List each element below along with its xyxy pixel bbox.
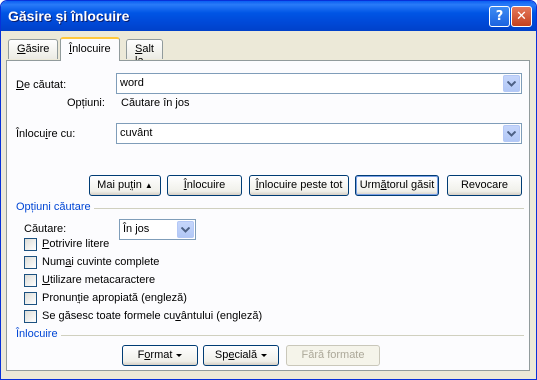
replace-with-value: cuvânt (120, 127, 153, 139)
close-icon: ✕ (516, 9, 527, 24)
options-label: Opțiuni: (67, 97, 105, 109)
search-direction-select[interactable]: În jos (119, 219, 196, 240)
replace-button[interactable]: Înlocuire (167, 175, 242, 196)
checkbox-box[interactable] (24, 238, 37, 251)
chevron-down-icon (181, 227, 190, 233)
checkbox-box[interactable] (24, 274, 37, 287)
options-value: Căutare în jos (121, 97, 190, 109)
find-what-label: De căutat: (16, 79, 67, 91)
help-button[interactable]: ? (489, 6, 510, 27)
window-title: Găsire și înlocuire (8, 8, 130, 24)
checkbox-box[interactable] (24, 292, 37, 305)
less-button[interactable]: Mai puțin ▲ (89, 175, 161, 196)
replace-section-title: Înlocuire (16, 328, 61, 340)
help-icon: ? (495, 9, 504, 24)
double-chevron-up-icon: ▲ (144, 181, 153, 190)
title-bar[interactable]: Găsire și înlocuire ? ✕ (1, 1, 536, 31)
special-button[interactable]: Specială (203, 345, 279, 366)
replace-dropdown-button[interactable] (503, 125, 520, 142)
replace-all-button[interactable]: Înlocuire peste tot (249, 175, 349, 196)
tab-goto[interactable]: Salt la (126, 39, 163, 67)
replace-section-divider (16, 335, 524, 336)
search-options-title: Opțiuni căutare (16, 201, 94, 213)
chevron-down-icon (507, 81, 516, 87)
checkbox-box[interactable] (24, 310, 37, 323)
replace-tab-panel: De căutat: word Opțiuni: Căutare în jos … (6, 60, 530, 371)
cancel-button[interactable]: Revocare (447, 175, 522, 196)
replace-with-label: Înlocuire cu: (16, 128, 76, 140)
tab-replace[interactable]: Înlocuire (60, 37, 120, 61)
chevron-down-icon (507, 131, 516, 137)
dropdown-arrow-icon (176, 353, 183, 357)
replace-with-combobox[interactable]: cuvânt (116, 123, 522, 144)
no-formatting-button: Fără formate (286, 345, 380, 366)
close-button[interactable]: ✕ (511, 6, 532, 27)
find-next-button[interactable]: Următorul găsit (355, 175, 439, 196)
find-replace-dialog: Găsire și înlocuire ? ✕ Găsire Înlocuire… (0, 0, 537, 380)
search-direction-label: Căutare: (24, 223, 67, 235)
search-direction-dropdown-button[interactable] (177, 221, 194, 238)
find-what-value: word (120, 77, 144, 89)
tab-find[interactable]: Găsire (8, 39, 59, 59)
search-direction-value: În jos (123, 223, 150, 235)
find-what-combobox[interactable]: word (116, 73, 522, 94)
dropdown-arrow-icon (261, 353, 268, 357)
format-button[interactable]: Format (122, 345, 198, 366)
checkbox-box[interactable] (24, 256, 37, 269)
find-dropdown-button[interactable] (503, 75, 520, 92)
